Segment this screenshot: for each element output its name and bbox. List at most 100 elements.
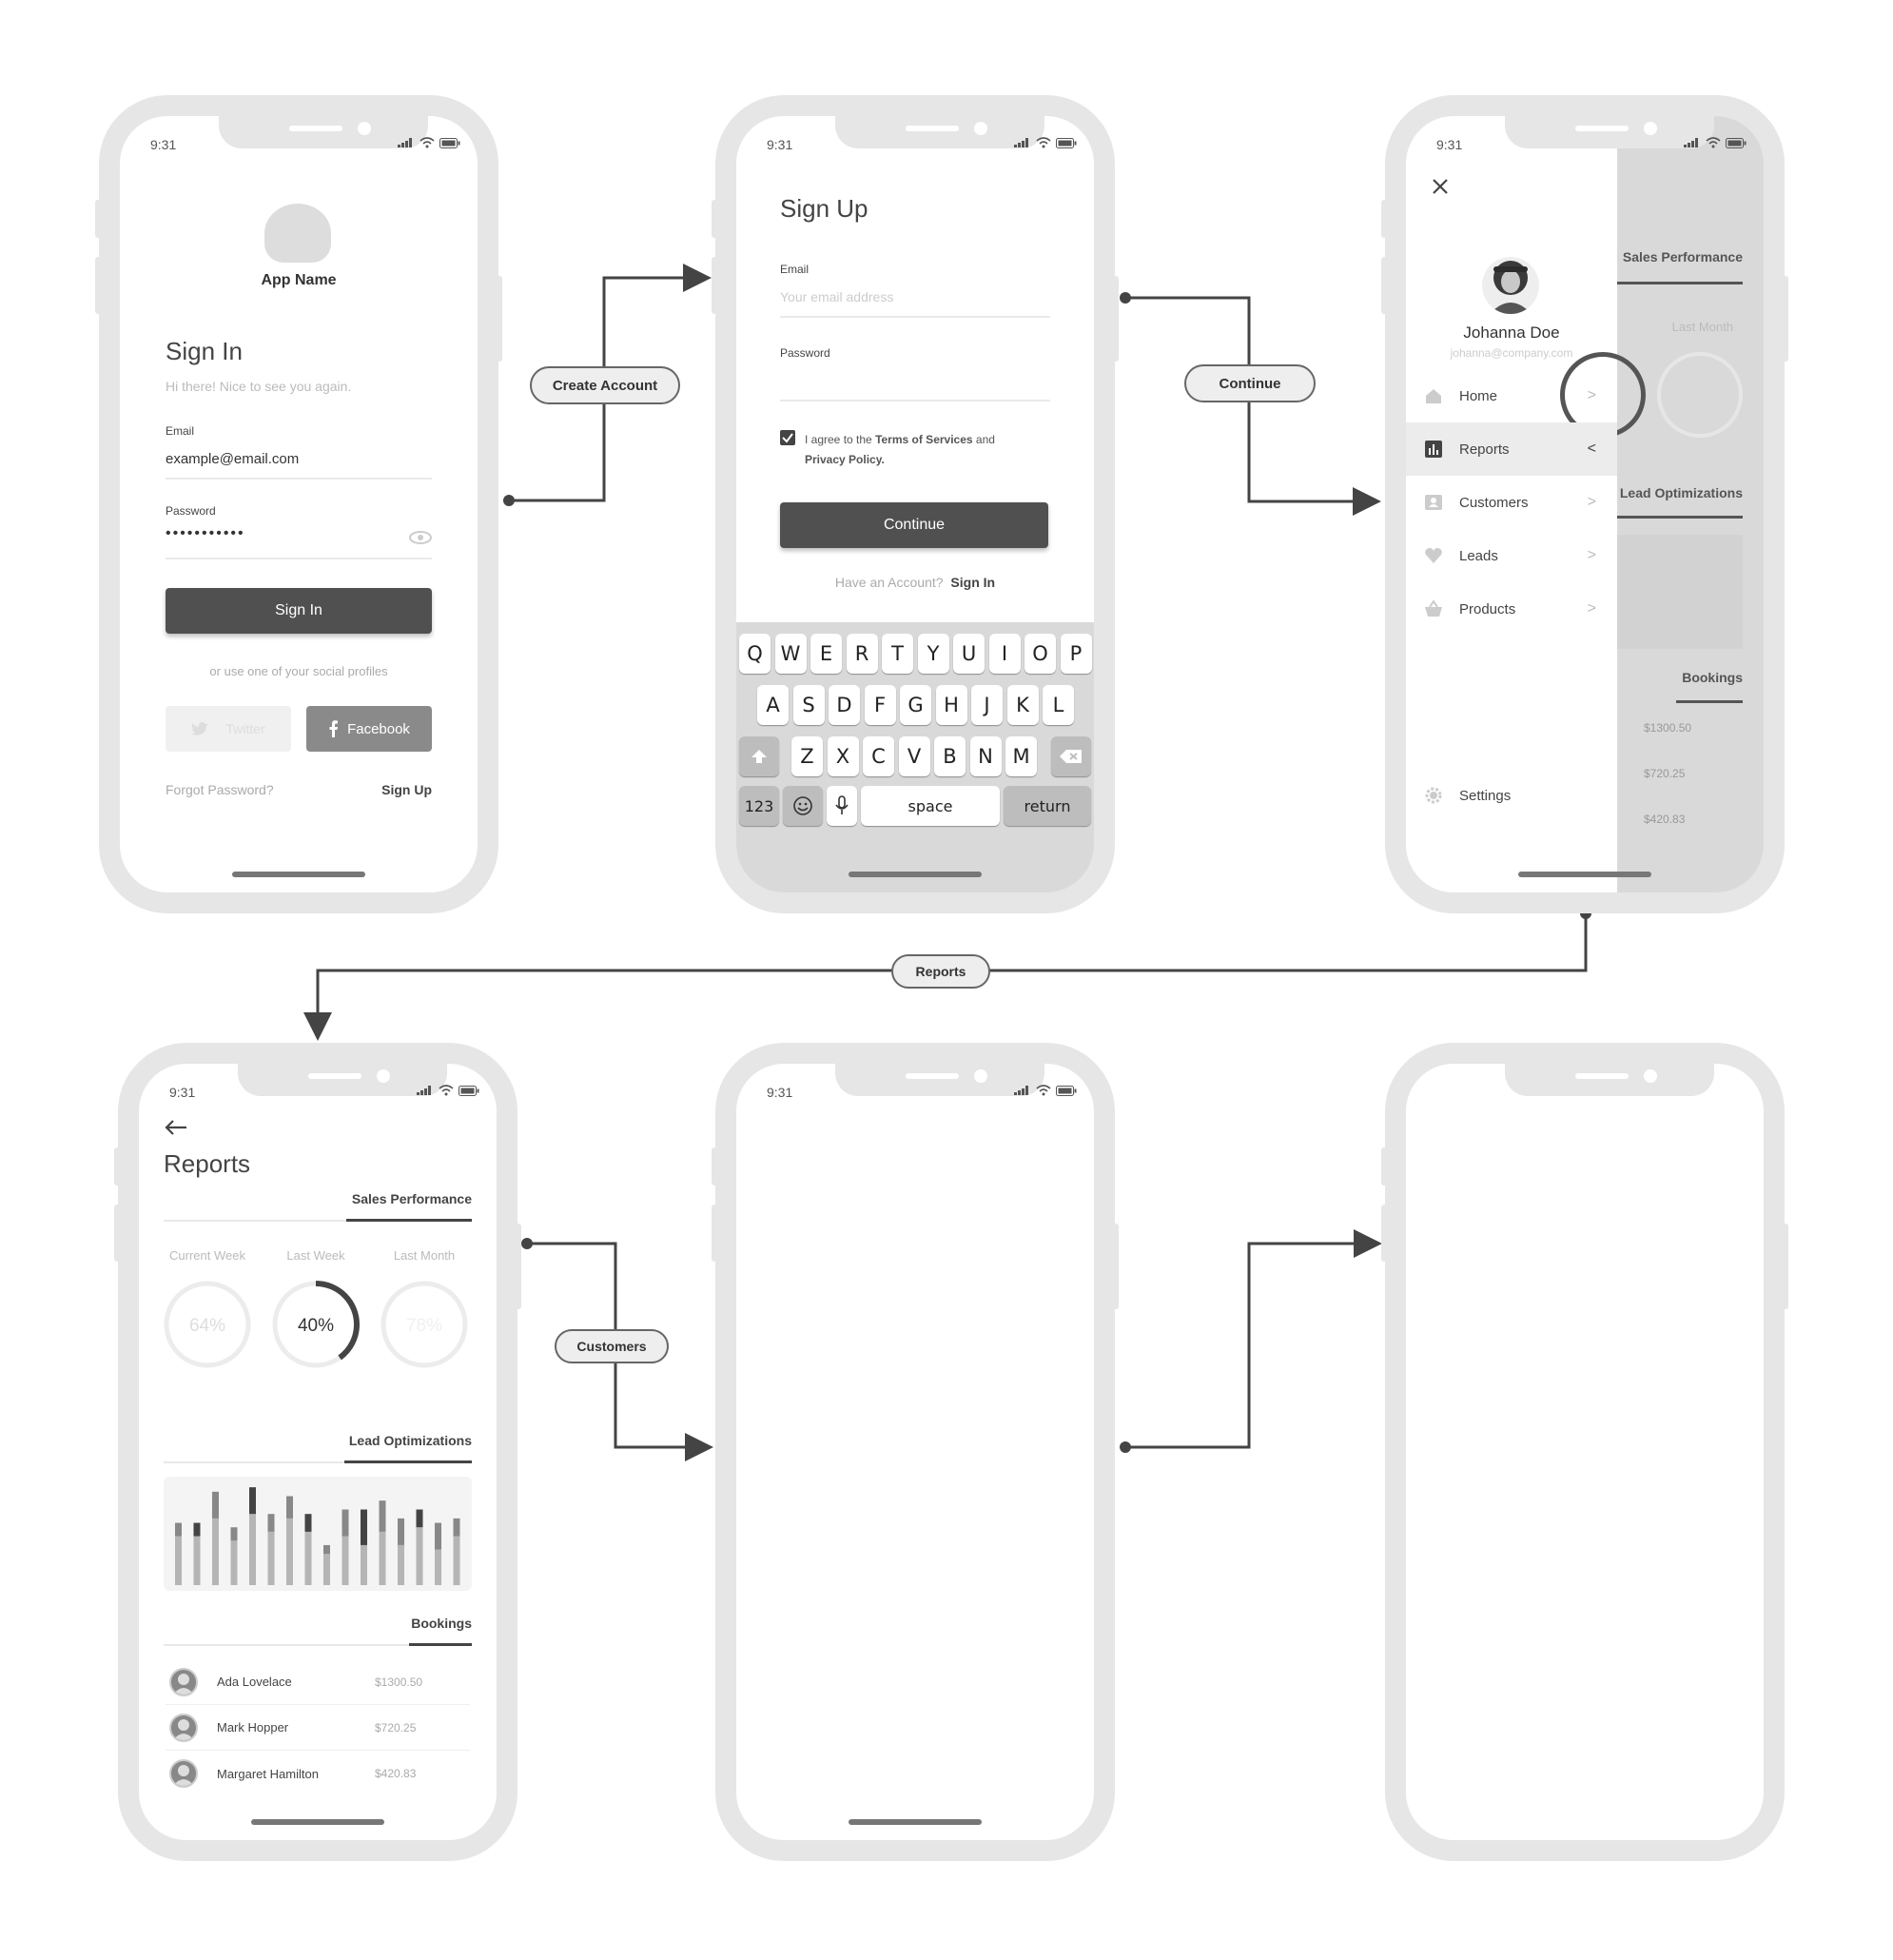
continue-label[interactable]: Continue [1184,364,1316,402]
dictation-key[interactable] [827,786,857,826]
space-key[interactable]: space [861,786,1000,826]
period-donut[interactable]: 40% [268,1277,363,1372]
key-x[interactable]: X [827,736,859,776]
home-indicator[interactable] [232,872,365,877]
lead-bar-top [435,1522,441,1550]
battery-icon [439,137,460,148]
booking-value: $420.83 [375,1767,417,1780]
heart-icon [1425,548,1442,563]
menu-item-reports[interactable]: Reports < [1406,422,1617,476]
clock: 9:31 [1436,137,1463,152]
continue-button[interactable]: Continue [780,502,1048,548]
emoji-icon [793,796,812,815]
key-a[interactable]: A [757,685,789,725]
booking-row[interactable]: Mark Hopper $720.25 [166,1705,470,1751]
wifi-icon [1036,137,1051,148]
backspace-key[interactable] [1051,736,1091,776]
menu-item-home[interactable]: Home > [1406,369,1617,422]
bookings-tab[interactable]: Bookings [411,1616,472,1631]
menu-item-leads[interactable]: Leads > [1406,529,1617,582]
reports-screen: 9:31 Reports Sales Performance Current W… [139,1064,497,1840]
status-icons [398,137,460,148]
lead-bar-base [249,1514,256,1585]
key-n[interactable]: N [969,736,1002,776]
sign-up-link[interactable]: Sign Up [381,782,432,797]
lead-bar-base [286,1518,293,1585]
key-h[interactable]: H [935,685,967,725]
period-donut[interactable]: 78% [377,1277,472,1372]
key-v[interactable]: V [898,736,930,776]
phone-blank-customers: 9:31 [712,1043,1119,1861]
key-s[interactable]: S [792,685,825,725]
numbers-key[interactable]: 123 [739,786,779,826]
shift-key[interactable] [739,736,779,776]
customers-label[interactable]: Customers [555,1329,669,1363]
terms-link[interactable]: Terms of Services [875,433,973,446]
key-r[interactable]: R [846,634,878,674]
lead-optimizations-tab[interactable]: Lead Optimizations [349,1433,472,1448]
key-c[interactable]: C [863,736,894,776]
key-z[interactable]: Z [791,736,823,776]
key-f[interactable]: F [864,685,896,725]
privacy-link[interactable]: Privacy Policy. [805,453,885,466]
key-y[interactable]: Y [917,634,949,674]
lead-bar-top [212,1491,219,1519]
menu-item-label: Home [1459,387,1498,404]
password-label: Password [166,504,216,518]
show-password-eye-icon[interactable] [409,531,432,544]
home-indicator[interactable] [1518,872,1651,877]
menu-item-products[interactable]: Products > [1406,582,1617,636]
sign-in-button[interactable]: Sign In [166,588,432,634]
menu-item-settings[interactable]: Settings [1406,769,1617,822]
gear-icon [1425,787,1442,804]
key-t[interactable]: T [882,634,913,674]
email-label: Email [780,263,810,276]
period-donut[interactable]: 64% [160,1277,255,1372]
home-indicator[interactable] [849,872,982,877]
key-e[interactable]: E [810,634,842,674]
close-icon[interactable] [1431,177,1450,196]
key-m[interactable]: M [1005,736,1037,776]
terms-checkbox[interactable] [780,430,795,445]
booking-row[interactable]: Margaret Hamilton $420.83 [166,1751,470,1796]
battery-icon [459,1085,479,1096]
key-d[interactable]: D [829,685,860,725]
key-i[interactable]: I [988,634,1021,674]
facebook-button[interactable]: Facebook [306,706,432,752]
key-k[interactable]: K [1006,685,1039,725]
booking-name: Margaret Hamilton [217,1766,319,1781]
phone-sign-in: 9:31 App Name Sign In Hi there! Nice to … [95,95,502,913]
key-u[interactable]: U [953,634,985,674]
back-arrow-icon[interactable] [164,1119,188,1136]
key-p[interactable]: P [1060,634,1092,674]
home-indicator[interactable] [251,1819,384,1825]
password-field[interactable] [780,365,1050,400]
email-field[interactable]: Your email address [780,289,893,304]
key-o[interactable]: O [1025,634,1056,674]
booking-row[interactable]: Ada Lovelace $1300.50 [166,1659,470,1705]
sign-in-link[interactable]: Sign In [950,575,995,590]
reports-label[interactable]: Reports [891,954,990,989]
key-g[interactable]: G [900,685,931,725]
lead-bar-chart [164,1477,472,1591]
emoji-key[interactable] [783,786,823,826]
menu-item-label: Reports [1459,441,1510,458]
sign-in-subtitle: Hi there! Nice to see you again. [166,379,352,394]
key-q[interactable]: Q [739,634,771,674]
dimmed-reports-background: Sales Performance Last Month Lead Optimi… [1560,116,1764,892]
forgot-password-link[interactable]: Forgot Password? [166,782,274,797]
behind-value-2: $720.25 [1644,767,1686,780]
email-field[interactable]: example@email.com [166,451,299,467]
password-field[interactable]: ••••••••••• [166,525,245,542]
key-b[interactable]: B [934,736,966,776]
lead-bar-top [304,1514,312,1532]
key-l[interactable]: L [1043,685,1074,725]
create-account-label[interactable]: Create Account [530,366,680,404]
key-j[interactable]: J [971,685,1003,725]
sales-performance-tab[interactable]: Sales Performance [352,1191,472,1206]
twitter-button[interactable]: Twitter [166,706,291,752]
return-key[interactable]: return [1004,786,1091,826]
menu-item-customers[interactable]: Customers > [1406,476,1617,529]
home-indicator[interactable] [849,1819,982,1825]
key-w[interactable]: W [774,634,807,674]
